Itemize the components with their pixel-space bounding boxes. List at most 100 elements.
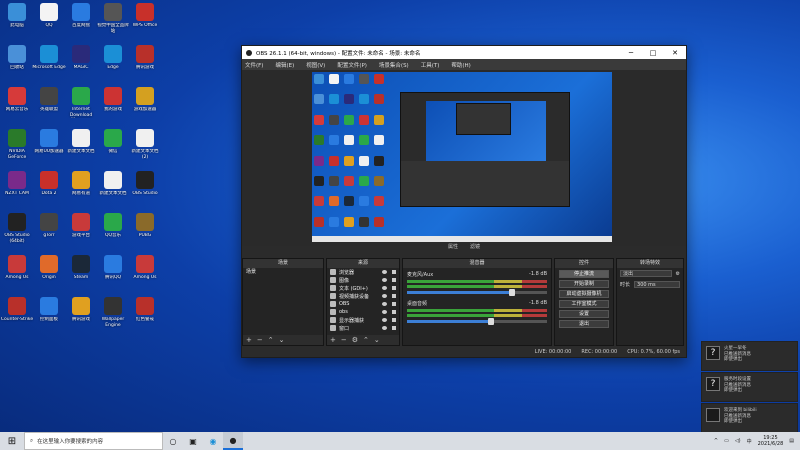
filters-button[interactable]: 滤镜	[470, 243, 480, 253]
properties-button[interactable]: 属性	[448, 243, 458, 253]
desktop-icon[interactable]: OBS Studio (64bit)	[0, 210, 34, 250]
split-view-icon[interactable]: ▣	[183, 432, 203, 450]
lock-icon[interactable]	[392, 286, 396, 290]
desktop-icon[interactable]: 腾讯QQ	[96, 252, 130, 292]
virtual-camera-button[interactable]: 启动虚拟摄像机	[559, 290, 609, 298]
lock-icon[interactable]	[392, 310, 396, 314]
ime-icon[interactable]: 中	[747, 438, 752, 445]
down-icon[interactable]: ⌄	[279, 336, 285, 344]
source-item[interactable]: 视频捕获设备	[327, 292, 399, 300]
visibility-eye-icon[interactable]	[382, 326, 387, 330]
minimize-icon[interactable]: ─	[620, 49, 642, 57]
transition-select[interactable]: 淡出	[620, 270, 672, 277]
desktop-icon[interactable]: 腾讯游戏	[64, 294, 98, 334]
obs-taskbar-icon[interactable]: ●	[223, 432, 243, 450]
desktop-icon[interactable]: 控制面板	[32, 294, 66, 334]
desktop-icon[interactable]: Counter-Strike	[0, 294, 34, 334]
start-recording-button[interactable]: 开始录制	[559, 280, 609, 288]
edge-icon[interactable]: ◉	[203, 432, 223, 450]
desktop-icon[interactable]: Among Us	[0, 252, 34, 292]
remove-icon[interactable]: −	[257, 336, 263, 344]
studio-mode-button[interactable]: 工作室模式	[559, 300, 609, 308]
obs-preview[interactable]	[242, 70, 686, 246]
notification-toast[interactable]: 欢迎来到 bilibili 已推送新消息 即使弹出	[701, 403, 798, 433]
desktop-icon[interactable]: 新建文本文档 (2)	[128, 126, 162, 166]
desktop-icon[interactable]: 新建文本文档	[96, 168, 130, 208]
volume-slider-knob[interactable]	[509, 289, 515, 296]
desktop-icon[interactable]: QQ音乐	[96, 210, 130, 250]
visibility-eye-icon[interactable]	[382, 286, 387, 290]
lock-icon[interactable]	[392, 326, 396, 330]
desktop-icon[interactable]: 网易云音乐	[0, 84, 34, 124]
desktop-icon[interactable]: Origin	[32, 252, 66, 292]
source-item[interactable]: 文本 (GDI+)	[327, 284, 399, 292]
down-icon[interactable]: ⌄	[374, 336, 380, 344]
desktop-icon[interactable]: Edge	[96, 42, 130, 82]
menu-view[interactable]: 视图(V)	[306, 61, 325, 69]
gear-icon[interactable]: ⚙	[352, 336, 358, 344]
notification-toast[interactable]: ? 服务时段设置 已推送新消息 即使弹出	[701, 372, 798, 402]
notification-center-icon[interactable]: ▤	[789, 438, 794, 444]
menu-edit[interactable]: 编辑(E)	[275, 61, 294, 69]
desktop-icon[interactable]: 红色警戒	[128, 294, 162, 334]
volume-slider[interactable]	[407, 318, 547, 325]
duration-input[interactable]: 300 ms	[634, 281, 680, 288]
visibility-eye-icon[interactable]	[382, 278, 387, 282]
desktop-icon[interactable]: MAGIC	[64, 42, 98, 82]
menu-scene-collection[interactable]: 场景集合(S)	[379, 61, 409, 69]
source-item[interactable]: 浏览器	[327, 268, 399, 276]
lock-icon[interactable]	[392, 302, 396, 306]
source-item[interactable]: 窗口	[327, 324, 399, 332]
desktop-icon[interactable]: 百度网盘	[64, 0, 98, 40]
desktop-icon[interactable]: gTorr	[32, 210, 66, 250]
visibility-eye-icon[interactable]	[382, 270, 387, 274]
desktop-icon[interactable]: Wallpaper Engine	[96, 294, 130, 334]
clock[interactable]: 19:25 2021/6/28	[758, 435, 784, 447]
add-icon[interactable]: +	[246, 336, 252, 344]
search-box[interactable]: ⌕ 在这里输入你要搜索的内容	[24, 432, 163, 450]
desktop-icon[interactable]: 微信	[96, 126, 130, 166]
desktop-icon[interactable]: 网易有道	[64, 168, 98, 208]
lock-icon[interactable]	[392, 270, 396, 274]
source-item[interactable]: OBS	[327, 300, 399, 308]
remove-icon[interactable]: −	[341, 336, 347, 344]
gear-icon[interactable]: ⚙	[676, 271, 680, 277]
desktop-icon[interactable]: NZXT CAM	[0, 168, 34, 208]
visibility-eye-icon[interactable]	[382, 318, 387, 322]
desktop-icon[interactable]: 游戏加速器	[128, 84, 162, 124]
maximize-icon[interactable]: □	[642, 49, 664, 57]
desktop-icon[interactable]: NVIDIA GeForce	[0, 126, 34, 166]
menu-profile[interactable]: 配置文件(P)	[337, 61, 367, 69]
visibility-eye-icon[interactable]	[382, 310, 387, 314]
visibility-eye-icon[interactable]	[382, 294, 387, 298]
task-view-icon[interactable]: ○	[163, 432, 183, 450]
desktop-icon[interactable]: 视觉中国全品牌站	[96, 0, 130, 40]
desktop-icon[interactable]: 回收站	[0, 42, 34, 82]
up-icon[interactable]: ⌃	[268, 336, 274, 344]
desktop-icon[interactable]: PUBG	[128, 210, 162, 250]
scene-item[interactable]: 场景	[243, 268, 323, 276]
desktop-icon[interactable]: WPS Office	[128, 0, 162, 40]
desktop-icon[interactable]: Among Us	[128, 252, 162, 292]
source-item[interactable]: 图像	[327, 276, 399, 284]
desktop-icon[interactable]: 网易UU加速器	[32, 126, 66, 166]
source-item[interactable]: obs	[327, 308, 399, 316]
volume-icon[interactable]: ◁)	[735, 438, 741, 444]
desktop-icon[interactable]: 新建文本文档	[64, 126, 98, 166]
desktop-icon[interactable]: 此电脑	[0, 0, 34, 40]
lock-icon[interactable]	[392, 278, 396, 282]
network-icon[interactable]: ▭	[724, 438, 729, 444]
desktop-icon[interactable]: 我的游戏	[96, 84, 130, 124]
close-icon[interactable]: ✕	[664, 49, 686, 57]
desktop-icon[interactable]: 游戏平台	[64, 210, 98, 250]
tray-chevron-icon[interactable]: ^	[714, 438, 718, 444]
desktop-icon[interactable]: Internet Download Manager	[64, 84, 98, 124]
visibility-eye-icon[interactable]	[382, 302, 387, 306]
menu-tools[interactable]: 工具(T)	[421, 61, 440, 69]
menu-file[interactable]: 文件(F)	[245, 61, 263, 69]
desktop-icon[interactable]: OBS Studio	[128, 168, 162, 208]
source-item[interactable]: 显示器捕获	[327, 316, 399, 324]
lock-icon[interactable]	[392, 294, 396, 298]
volume-slider-knob[interactable]	[488, 318, 494, 325]
up-icon[interactable]: ⌃	[363, 336, 369, 344]
